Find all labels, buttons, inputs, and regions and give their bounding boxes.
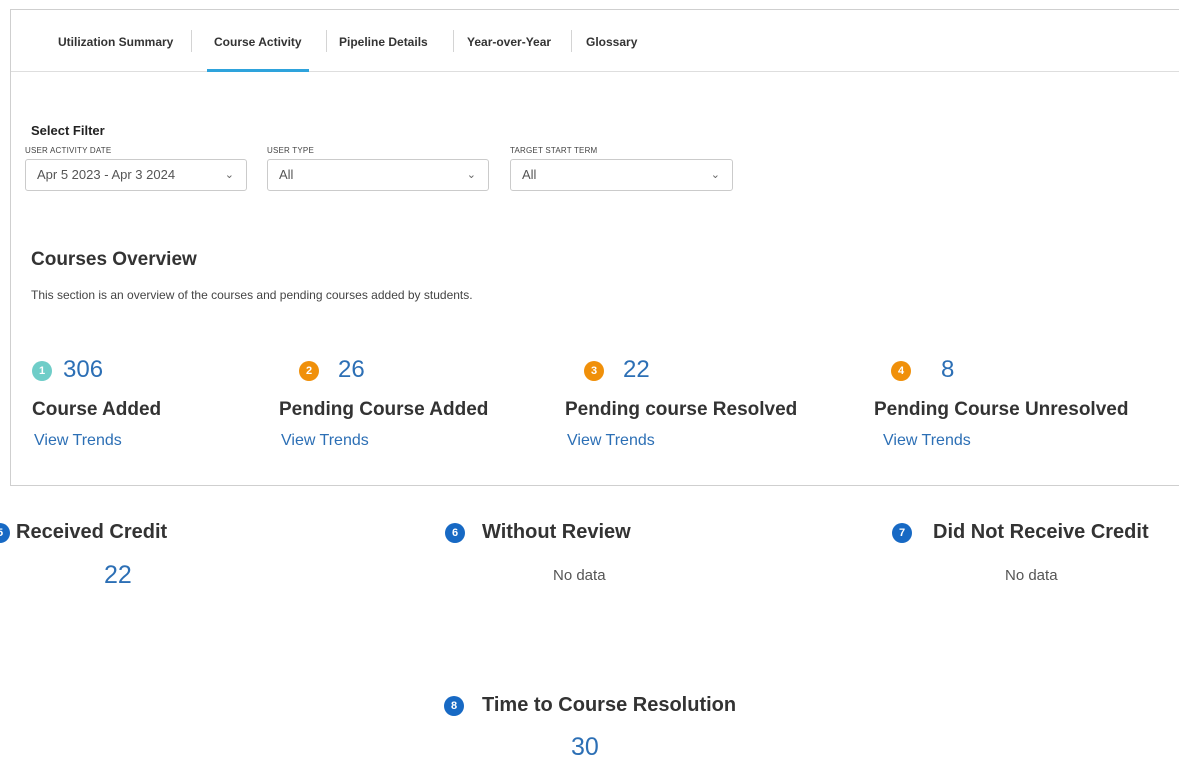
tab-pipeline-details[interactable]: Pipeline Details bbox=[339, 10, 428, 71]
view-trends-link[interactable]: View Trends bbox=[883, 432, 971, 450]
did-not-receive-credit-title: Did Not Receive Credit bbox=[933, 521, 1149, 543]
number-badge: 5 bbox=[0, 523, 10, 543]
chevron-down-icon: ⌄ bbox=[466, 169, 476, 181]
number-badge: 7 bbox=[892, 523, 912, 543]
without-review-value: No data bbox=[553, 567, 606, 584]
view-trends-link[interactable]: View Trends bbox=[567, 432, 655, 450]
user-type-select[interactable]: All ⌄ bbox=[267, 159, 489, 191]
courses-added-label: Course Added bbox=[32, 399, 162, 420]
tab-divider bbox=[326, 30, 327, 52]
number-badge: 1 bbox=[32, 361, 52, 381]
number-badge: 2 bbox=[299, 361, 319, 381]
received-credit-value: 22 bbox=[104, 561, 132, 589]
user-activity-date-value: Apr 5 2023 - Apr 3 2024 bbox=[37, 167, 176, 182]
section-title: Courses Overview bbox=[31, 249, 197, 270]
view-trends-link[interactable]: View Trends bbox=[281, 432, 369, 450]
filter-title: Select Filter bbox=[31, 123, 105, 138]
tab-utilization-summary[interactable]: Utilization Summary bbox=[58, 10, 173, 71]
course-activity-panel: Utilization Summary Course Activity Pipe… bbox=[10, 9, 1179, 486]
received-credit-title: Received Credit bbox=[16, 521, 168, 543]
tab-divider bbox=[453, 30, 454, 52]
number-badge: 6 bbox=[445, 523, 465, 543]
target-start-term-label: TARGET START TERM bbox=[510, 146, 598, 155]
tab-year-over-year[interactable]: Year-over-Year bbox=[467, 10, 551, 71]
target-start-term-select[interactable]: All ⌄ bbox=[510, 159, 733, 191]
tab-bar: Utilization Summary Course Activity Pipe… bbox=[11, 10, 1179, 72]
pending-courses-resolved-count: 22 bbox=[623, 356, 650, 383]
pending-courses-unresolved-label: Pending Course Unresolved bbox=[874, 399, 1129, 420]
time-to-course-resolution-value: 30 bbox=[571, 733, 599, 761]
tab-divider bbox=[191, 30, 192, 52]
view-trends-link[interactable]: View Trends bbox=[34, 432, 122, 450]
pending-courses-unresolved-count: 8 bbox=[941, 356, 955, 383]
number-badge: 3 bbox=[584, 361, 604, 381]
tab-course-activity[interactable]: Course Activity bbox=[207, 10, 309, 72]
user-activity-date-label: USER ACTIVITY DATE bbox=[25, 146, 112, 155]
tab-glossary[interactable]: Glossary bbox=[586, 10, 637, 71]
did-not-receive-credit-value: No data bbox=[1005, 567, 1058, 584]
user-type-value: All bbox=[279, 167, 294, 182]
time-to-course-resolution-title: Time to Course Resolution bbox=[482, 694, 737, 716]
chevron-down-icon: ⌄ bbox=[224, 169, 234, 181]
pending-courses-added-count: 26 bbox=[338, 356, 365, 383]
section-description: This section is an overview of the cours… bbox=[31, 288, 473, 302]
user-type-label: USER TYPE bbox=[267, 146, 314, 155]
target-start-term-value: All bbox=[522, 167, 537, 182]
number-badge: 8 bbox=[444, 696, 464, 716]
without-review-title: Without Review bbox=[482, 521, 631, 543]
chevron-down-icon: ⌄ bbox=[710, 169, 720, 181]
tab-divider bbox=[571, 30, 572, 52]
number-badge: 4 bbox=[891, 361, 911, 381]
pending-courses-resolved-label: Pending course Resolved bbox=[565, 399, 798, 420]
courses-added-count: 306 bbox=[63, 356, 104, 383]
user-activity-date-select[interactable]: Apr 5 2023 - Apr 3 2024 ⌄ bbox=[25, 159, 247, 191]
pending-courses-added-label: Pending Course Added bbox=[279, 399, 489, 420]
